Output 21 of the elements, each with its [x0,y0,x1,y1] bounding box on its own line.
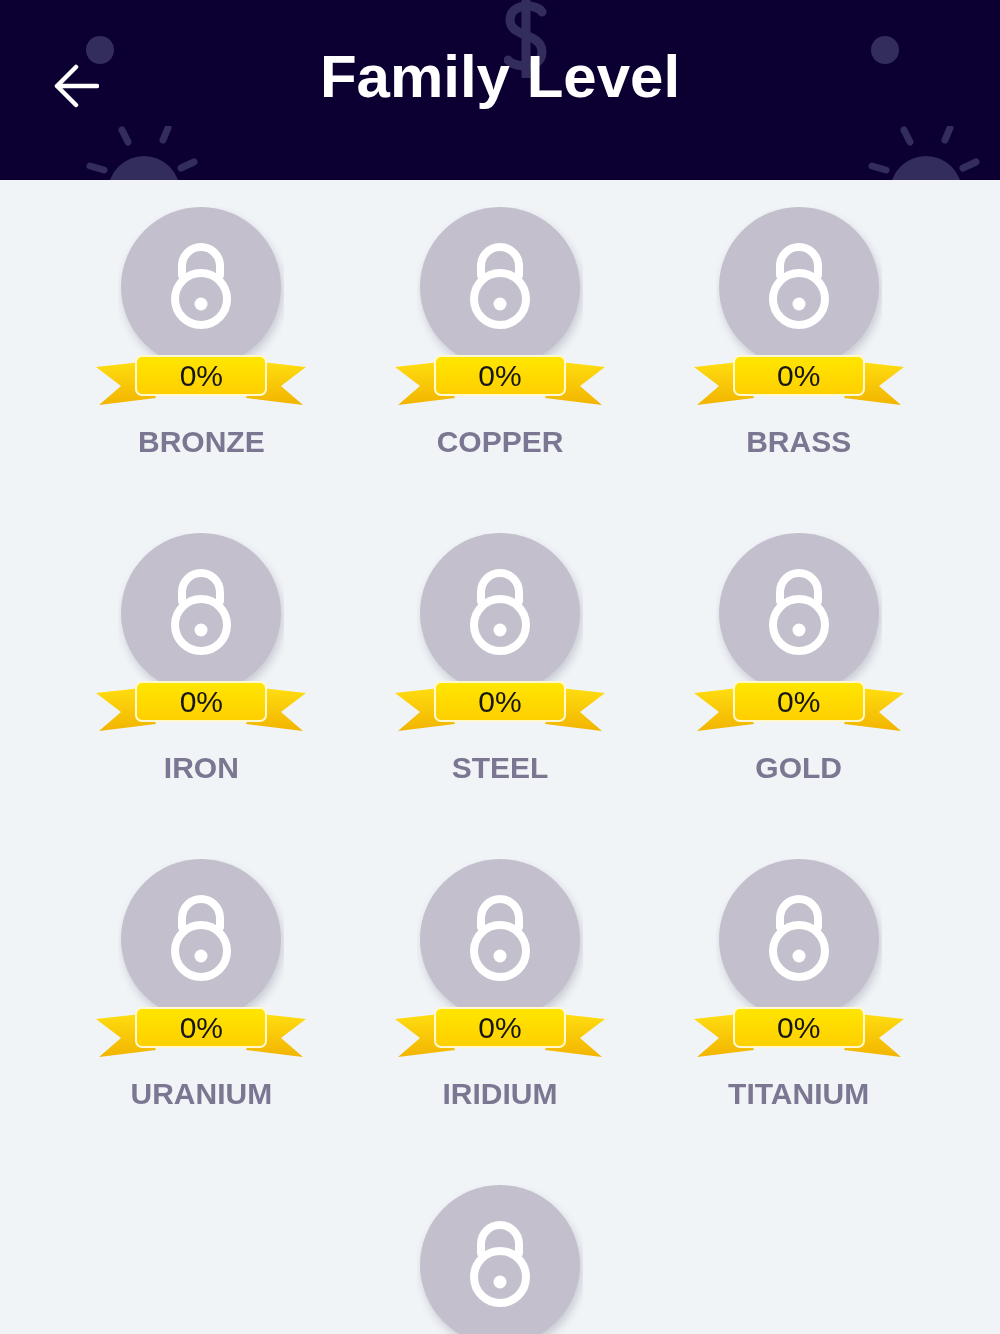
back-button[interactable] [52,62,100,110]
level-name: TITANIUM [728,1077,870,1111]
back-arrow-icon [53,64,99,108]
sun-icon [86,126,198,180]
level-name: STEEL [451,751,549,785]
locked-medal[interactable] [417,1185,583,1334]
padlock-icon [467,895,533,981]
level-name: BRONZE [138,425,265,459]
level-name: IRIDIUM [442,1077,558,1111]
padlock-icon [467,569,533,655]
padlock-icon [467,1221,533,1307]
level-name: IRON [163,751,239,785]
level-name: BRASS [746,425,852,459]
sun-icon [868,126,980,180]
page-title: Family Level [319,47,681,107]
level-name: URANIUM [130,1077,273,1111]
padlock-icon [467,243,533,329]
level-name: COPPER [436,425,564,459]
circle-icon [871,36,899,64]
circle-icon [86,36,114,64]
level-name: GOLD [755,751,842,785]
